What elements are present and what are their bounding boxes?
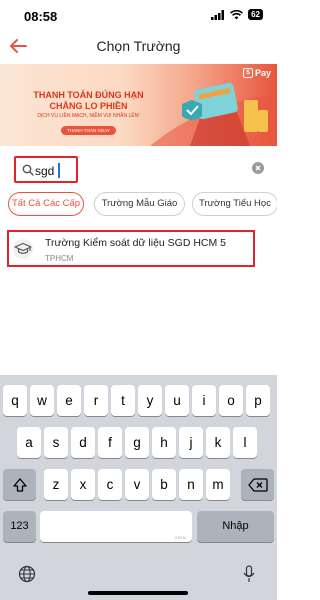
key-v[interactable]: v	[125, 469, 149, 500]
backspace-icon	[247, 478, 268, 492]
shift-key[interactable]	[3, 469, 36, 500]
key-o[interactable]: o	[219, 385, 243, 416]
key-h[interactable]: h	[152, 427, 176, 458]
key-j[interactable]: j	[179, 427, 203, 458]
on-screen-keyboard: q w e r t y u i o p a s d f g h j k l z …	[0, 375, 277, 600]
clear-search-icon[interactable]	[252, 162, 264, 174]
graduation-cap-icon-wrap	[13, 239, 33, 259]
shopeepay-logo: S Pay	[242, 68, 271, 78]
filter-chip-all-levels[interactable]: Tất Cả Các Cấp	[8, 192, 84, 216]
key-c[interactable]: c	[98, 469, 122, 500]
status-bar: 08:58 62	[0, 0, 277, 30]
page-title: Chọn Trường	[96, 38, 181, 54]
key-d[interactable]: d	[71, 427, 95, 458]
text-cursor	[58, 163, 60, 178]
graduation-cap-icon	[14, 242, 32, 254]
key-u[interactable]: u	[165, 385, 189, 416]
space-key[interactable]: VIEN	[40, 511, 192, 542]
key-x[interactable]: x	[71, 469, 95, 500]
status-time: 08:58	[24, 9, 58, 24]
level-filter-tabs: Tất Cả Các Cấp Trường Mẫu Giáo Trường Ti…	[8, 192, 277, 218]
promo-banner[interactable]: S Pay THANH TOÁN ĐÚNG HẠN CHẲNG LO PHIỀN…	[0, 64, 277, 146]
signal-icon	[211, 9, 225, 20]
wifi-icon	[230, 9, 244, 19]
key-y[interactable]: y	[138, 385, 162, 416]
key-z[interactable]: z	[44, 469, 68, 500]
key-k[interactable]: k	[206, 427, 230, 458]
search-input-box[interactable]	[14, 156, 78, 183]
key-q[interactable]: q	[3, 385, 27, 416]
banner-text-block: THANH TOÁN ĐÚNG HẠN CHẲNG LO PHIỀN DỊCH …	[6, 90, 171, 137]
key-i[interactable]: i	[192, 385, 216, 416]
shopee-bag-icon: S	[242, 68, 253, 78]
key-b[interactable]: b	[152, 469, 176, 500]
globe-icon[interactable]	[18, 565, 36, 583]
banner-subheadline: CHẲNG LO PHIỀN	[49, 101, 128, 111]
key-t[interactable]: t	[111, 385, 135, 416]
space-key-label: VIEN	[174, 535, 186, 540]
pay-logo-text: Pay	[254, 68, 271, 78]
banner-pay-now-button[interactable]: THANH TOÁN NGAY	[61, 126, 116, 135]
key-r[interactable]: r	[84, 385, 108, 416]
search-icon	[22, 164, 34, 176]
key-a[interactable]: a	[17, 427, 41, 458]
key-m[interactable]: m	[206, 469, 230, 500]
key-l[interactable]: l	[233, 427, 257, 458]
key-w[interactable]: w	[30, 385, 54, 416]
school-result-item[interactable]: Trường Kiểm soát dữ liệu SGD HCM 5 TPHCM	[7, 230, 255, 267]
key-n[interactable]: n	[179, 469, 203, 500]
banner-tagline: DỊCH VỤ LIỀN MẠCH, NIỀM VUI NHÂN LÊN!	[37, 113, 140, 119]
filter-chip-primary[interactable]: Trường Tiểu Học	[192, 192, 277, 216]
key-e[interactable]: e	[57, 385, 81, 416]
search-bar	[14, 156, 264, 183]
shift-icon	[12, 478, 27, 492]
backspace-key[interactable]	[241, 469, 274, 500]
filter-chip-kindergarten[interactable]: Trường Mẫu Giáo	[94, 192, 185, 216]
school-name: Trường Kiểm soát dữ liệu SGD HCM 5	[45, 237, 227, 249]
battery-indicator: 62	[248, 9, 263, 20]
return-key[interactable]: Nhập	[197, 511, 274, 542]
search-input[interactable]	[35, 163, 73, 179]
key-s[interactable]: s	[44, 427, 68, 458]
key-g[interactable]: g	[125, 427, 149, 458]
header: Chọn Trường	[0, 30, 277, 64]
numbers-key[interactable]: 123	[3, 511, 36, 542]
home-indicator	[88, 591, 188, 595]
key-f[interactable]: f	[98, 427, 122, 458]
banner-headline: THANH TOÁN ĐÚNG HẠN	[33, 90, 144, 100]
microphone-icon[interactable]	[243, 565, 255, 583]
school-location: TPHCM	[45, 254, 74, 263]
key-p[interactable]: p	[246, 385, 270, 416]
status-icons: 62	[211, 9, 263, 20]
